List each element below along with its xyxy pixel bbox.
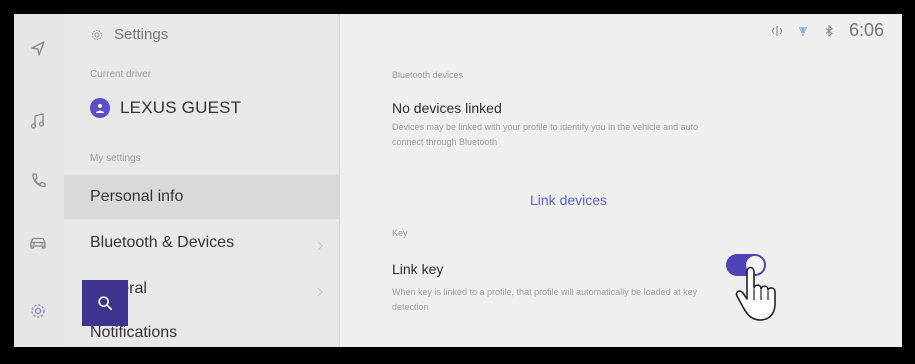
app-rail [14,14,64,347]
clock: 6:06 [848,20,884,40]
display-bezel: Settings Current driver LEXUS GUEST My s… [0,0,915,364]
link-key-title: Link key [392,261,444,277]
search-button[interactable] [82,280,128,326]
link-devices-button[interactable]: Link devices [530,192,607,208]
sidebar-item-label: Bluetooth & Devices [90,234,235,251]
gear-icon [91,29,103,40]
search-icon [98,296,113,311]
hand-pointer-icon [735,266,776,321]
no-devices-title: No devices linked [392,100,502,116]
my-settings-caption: My settings [90,153,141,164]
current-driver-caption: Current driver [90,69,152,80]
personal-info-content: 6:06 Bluetooth devices No devices linked… [340,14,902,347]
infotainment-screen: Settings Current driver LEXUS GUEST My s… [14,14,902,347]
settings-panel: Settings Current driver LEXUS GUEST My s… [64,14,339,347]
music-icon[interactable] [27,110,49,132]
settings-icon[interactable] [27,300,49,322]
settings-header: Settings [90,26,168,43]
chevron-right-icon [315,284,325,297]
no-devices-description: Devices may be linked with your profile … [392,122,699,147]
avatar [90,98,110,118]
sidebar-item-personal-info[interactable]: Personal info [64,175,339,219]
sidebar-item-label: Personal info [90,188,184,205]
navigation-icon[interactable] [27,38,49,60]
phone-icon[interactable] [27,170,49,192]
wireless-charging-icon [771,25,782,36]
bluetooth-devices-caption: Bluetooth devices [392,70,464,80]
bluetooth-icon [825,24,833,37]
sidebar-item-bluetooth-devices[interactable]: Bluetooth & Devices [64,221,339,265]
key-caption: Key [392,228,408,238]
current-driver[interactable]: LEXUS GUEST [90,98,241,118]
car-icon[interactable] [27,232,49,254]
sidebar-item-label: Notifications [90,324,178,341]
chevron-right-icon [315,238,325,251]
link-key-description: When key is linked to a profile, that pr… [392,287,698,312]
driver-name: LEXUS GUEST [120,98,242,117]
person-icon [96,104,104,113]
signal-icon [798,26,807,36]
settings-title: Settings [114,26,169,43]
status-bar: 6:06 [771,20,884,41]
